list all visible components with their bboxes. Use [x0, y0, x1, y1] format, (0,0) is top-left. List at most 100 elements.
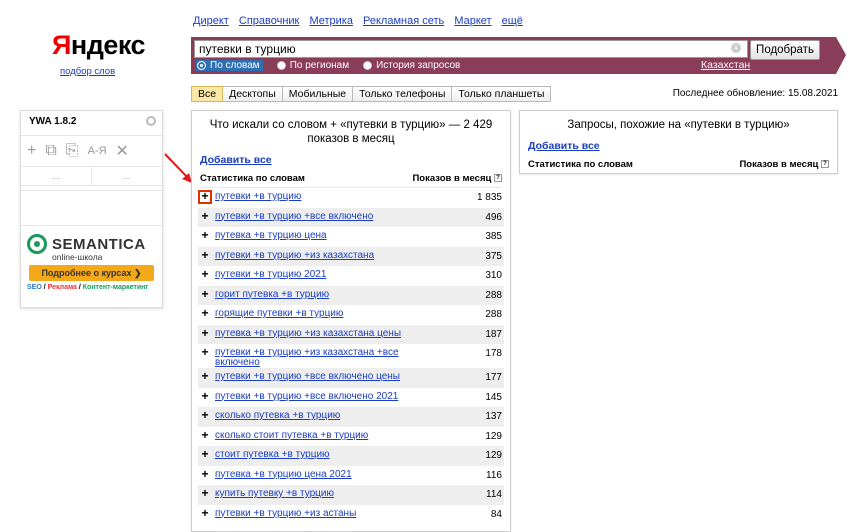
row-count: 114: [486, 489, 502, 500]
row-keyword-cell: + купить путевку +в турцию: [198, 487, 408, 499]
clear-icon[interactable]: x: [731, 43, 741, 53]
add-word-icon[interactable]: +: [198, 190, 212, 204]
keyword-link[interactable]: путевка +в турцию цена: [215, 231, 327, 241]
add-all-link[interactable]: Добавить все: [200, 154, 510, 166]
add-word-icon[interactable]: +: [200, 288, 210, 300]
close-icon[interactable]: ✕: [116, 141, 129, 161]
help-icon[interactable]: ?: [821, 160, 829, 169]
row-count: 129: [485, 430, 502, 442]
tab-tablets[interactable]: Только планшеты: [452, 86, 552, 102]
region-link[interactable]: Казахстан: [701, 59, 750, 71]
similar-add-all-link[interactable]: Добавить все: [528, 140, 837, 152]
keyword-link[interactable]: путевки +в турцию +все включено цены: [215, 372, 400, 382]
results-title-line1: Что искали со словом + «путевки в турцию…: [209, 119, 493, 131]
tab-phones[interactable]: Только телефоны: [353, 86, 453, 102]
gear-icon[interactable]: [146, 116, 156, 126]
tab-all[interactable]: Все: [191, 86, 224, 102]
ywa-counter-right: ...: [123, 171, 131, 181]
row-keyword-cell: + путевка +в турцию цена 2021: [198, 468, 408, 480]
results-panel: Что искали со словом + «путевки в турцию…: [191, 110, 511, 532]
nav-market[interactable]: Маркет: [454, 15, 491, 27]
row-count: 310: [485, 270, 502, 281]
keyword-link[interactable]: путевка +в турцию цена 2021: [215, 469, 352, 480]
yandex-logo[interactable]: Яндекс: [52, 30, 146, 61]
keyword-link[interactable]: путевки +в турцию +все включено: [215, 211, 373, 222]
row-keyword-cell: + путевки +в турцию +из казахстана +все в…: [198, 346, 408, 368]
ywa-counter-left: ...: [21, 167, 92, 185]
keyword-link[interactable]: путевка +в турцию +из казахстана цены: [215, 328, 401, 339]
table-row: + путевка +в турцию +из казахстана цены 18…: [198, 324, 504, 344]
keyword-link[interactable]: путевки +в турцию +из казахстана: [215, 250, 374, 261]
keyword-link[interactable]: путевки +в турцию +из казахстана +все вк…: [215, 348, 408, 368]
logo-rest: ндекс: [70, 30, 146, 60]
add-word-icon[interactable]: +: [200, 346, 210, 368]
radio-dot-icon: [197, 61, 206, 70]
nav-direct[interactable]: Директ: [193, 15, 229, 27]
tab-desktops[interactable]: Десктопы: [223, 86, 283, 102]
keyword-link[interactable]: сколько стоит путевка +в турцию: [215, 430, 368, 441]
keyword-link[interactable]: путевки +в турцию +все включено 2021: [215, 391, 398, 402]
keyword-link[interactable]: горит путевка +в турцию: [215, 289, 329, 300]
add-word-icon[interactable]: +: [200, 487, 210, 499]
row-keyword-cell: + путевки +в турцию: [198, 190, 408, 204]
add-word-icon[interactable]: +: [200, 229, 210, 241]
row-keyword-cell: + путевки +в турцию +все включено 2021: [198, 390, 408, 402]
nav-more[interactable]: ещё: [502, 15, 523, 27]
add-word-icon[interactable]: +: [200, 268, 210, 280]
table-row: + стоит путевка +в турцию 129: [198, 446, 504, 466]
table-row: + путевка +в турцию цена 2021 116: [198, 466, 504, 486]
add-word-icon[interactable]: +: [200, 307, 210, 319]
add-word-icon[interactable]: +: [200, 448, 210, 460]
table-row: + путевки +в турцию +из казахстана 375: [198, 246, 504, 266]
radio-dot-icon: [363, 61, 373, 70]
table-row: + путевки +в турцию +все включено 2021 145: [198, 388, 504, 408]
keyword-link[interactable]: купить путевку +в турцию: [215, 489, 334, 499]
row-count: 145: [485, 391, 502, 403]
nav-metrika[interactable]: Метрика: [309, 15, 353, 27]
row-count: 288: [485, 289, 502, 301]
semantica-ad[interactable]: SEMANTICA online-школа Подробнее о курса…: [21, 230, 162, 295]
row-keyword-cell: + путевки +в турцию +все включено: [198, 210, 408, 222]
radio-history[interactable]: История запросов: [363, 60, 460, 71]
keyword-link[interactable]: путевки +в турцию: [215, 192, 301, 202]
export-icon[interactable]: ⎘: [66, 142, 79, 160]
wordstat-link[interactable]: подбор слов: [60, 66, 115, 77]
keyword-link[interactable]: сколько путевка +в турцию: [215, 411, 340, 421]
radio-by-regions[interactable]: По регионам: [276, 60, 349, 71]
keyword-link[interactable]: горящие путевки +в турцию: [215, 309, 343, 319]
search-button[interactable]: Подобрать: [750, 40, 820, 60]
add-word-icon[interactable]: +: [200, 507, 210, 519]
add-word-icon[interactable]: +: [200, 409, 210, 421]
sort-icon[interactable]: A-Я: [88, 145, 107, 157]
tab-mobile[interactable]: Мобильные: [282, 86, 354, 102]
add-word-icon[interactable]: +: [200, 468, 210, 480]
ywa-toolbar: + ⧉ ⎘ A-Я ✕: [21, 136, 162, 167]
row-count: 137: [485, 411, 502, 422]
table-row: + путевки +в турцию 1 835: [198, 188, 504, 208]
nav-ad-network[interactable]: Рекламная сеть: [363, 15, 444, 27]
add-word-icon[interactable]: +: [200, 370, 210, 382]
radio-by-words[interactable]: По словам: [196, 60, 263, 71]
copy-icon[interactable]: ⧉: [45, 142, 56, 160]
add-word-icon[interactable]: +: [200, 210, 210, 222]
keyword-link[interactable]: стоит путевка +в турцию: [215, 450, 330, 460]
top-nav: Директ Справочник Метрика Рекламная сеть…: [193, 15, 530, 27]
ywa-list-area[interactable]: [21, 190, 162, 226]
ad-courses-button[interactable]: Подробнее о курсах ❯: [29, 265, 154, 281]
table-row: + горящие путевки +в турцию 288: [198, 305, 504, 325]
row-keyword-cell: + путевки +в турцию +из астаны: [198, 507, 408, 519]
add-word-icon[interactable]: +: [200, 390, 210, 402]
keyword-link[interactable]: путевки +в турцию 2021: [215, 270, 326, 280]
keyword-link[interactable]: путевки +в турцию +из астаны: [215, 508, 356, 519]
help-icon[interactable]: ?: [494, 174, 502, 183]
add-word-icon[interactable]: +: [200, 249, 210, 261]
table-row: + путевки +в турцию +из астаны 84: [198, 505, 504, 525]
row-count: 177: [485, 372, 502, 383]
results-list: + путевки +в турцию 1 835 + путевки +в турци…: [198, 188, 504, 524]
add-word-icon[interactable]: +: [200, 327, 210, 339]
search-input[interactable]: путевки в турцию: [194, 40, 748, 58]
nav-reference[interactable]: Справочник: [239, 15, 300, 27]
add-icon[interactable]: +: [27, 142, 36, 160]
add-word-icon[interactable]: +: [200, 429, 210, 441]
similar-header: Статистика по словам Показов в месяц ?: [528, 159, 829, 173]
